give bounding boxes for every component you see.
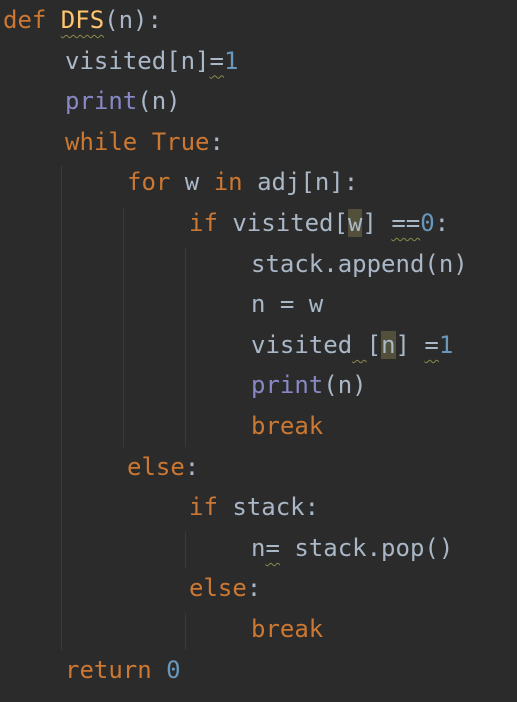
indent-guide: [61, 166, 62, 650]
code-token: (n): [137, 87, 181, 116]
code-token: for: [127, 168, 185, 197]
code-token: :: [209, 127, 224, 156]
indent-guide: [185, 613, 186, 650]
code-token: (n): [323, 371, 367, 400]
code-line[interactable]: return 0: [65, 650, 181, 690]
code-token: :: [434, 209, 450, 237]
code-token: =: [209, 46, 224, 75]
code-token: else: [127, 452, 185, 481]
code-line[interactable]: break: [251, 609, 323, 649]
code-token: if: [189, 209, 233, 237]
code-token: print: [251, 371, 324, 400]
code-line[interactable]: if visited[w] ==0:: [189, 203, 449, 243]
code-line[interactable]: print(n): [65, 81, 181, 121]
code-token: w: [184, 168, 214, 197]
code-line[interactable]: else:: [189, 568, 261, 608]
code-token: visited: [251, 330, 353, 359]
code-line[interactable]: if stack:: [189, 487, 319, 527]
code-token: else: [189, 574, 247, 603]
code-line[interactable]: n = w: [251, 284, 323, 324]
code-token: break: [251, 615, 324, 643]
code-token: (n):: [104, 6, 162, 34]
code-token: print: [65, 87, 138, 116]
code-token: stack.append(n): [251, 249, 468, 278]
code-token: if: [189, 493, 233, 522]
code-line[interactable]: while True:: [65, 122, 224, 162]
code-token: adj[n]:: [257, 168, 359, 197]
code-token: def: [3, 6, 61, 34]
code-line[interactable]: else:: [127, 447, 199, 487]
code-token: while: [65, 127, 152, 156]
code-token: =: [424, 330, 439, 359]
code-token: w: [347, 209, 363, 237]
code-token: True: [151, 127, 210, 156]
code-line[interactable]: print(n): [251, 365, 367, 405]
code-line[interactable]: stack.append(n): [251, 244, 468, 284]
code-token: break: [251, 412, 324, 440]
code-token: return: [65, 655, 167, 684]
code-token: 1: [438, 330, 454, 359]
code-token: 1: [223, 46, 239, 75]
code-token: ==: [391, 209, 421, 237]
code-token: in: [213, 168, 258, 197]
code-token: n: [381, 330, 396, 359]
code-line[interactable]: def DFS(n):: [3, 0, 162, 40]
indent-guide: [185, 247, 186, 447]
code-line[interactable]: break: [251, 406, 323, 446]
code-token: visited[: [232, 209, 348, 237]
code-line[interactable]: n= stack.pop(): [251, 528, 453, 568]
code-token: ]: [395, 330, 425, 359]
code-token: visited[n]: [65, 46, 210, 75]
code-editor[interactable]: def DFS(n): visited[n]=1 print(n) while Tru…: [0, 0, 517, 702]
indent-guide: [123, 207, 124, 447]
code-token: :: [184, 452, 200, 481]
code-token: 0: [166, 655, 181, 684]
code-token: [: [366, 330, 382, 359]
code-token: stack.pop(): [279, 533, 454, 562]
code-token: :: [246, 574, 262, 603]
code-token: stack:: [232, 493, 320, 522]
code-token: ]: [362, 209, 392, 237]
code-token: =: [265, 533, 280, 562]
code-token: 0: [420, 209, 435, 237]
code-token: n = w: [251, 290, 324, 319]
code-line[interactable]: visited [n] =1: [251, 325, 453, 365]
indent-guide: [185, 531, 186, 569]
code-line[interactable]: visited[n]=1: [65, 41, 238, 81]
code-token: n: [251, 533, 266, 562]
code-line[interactable]: for w in adj[n]:: [127, 162, 358, 202]
code-token: DFS: [60, 6, 105, 34]
